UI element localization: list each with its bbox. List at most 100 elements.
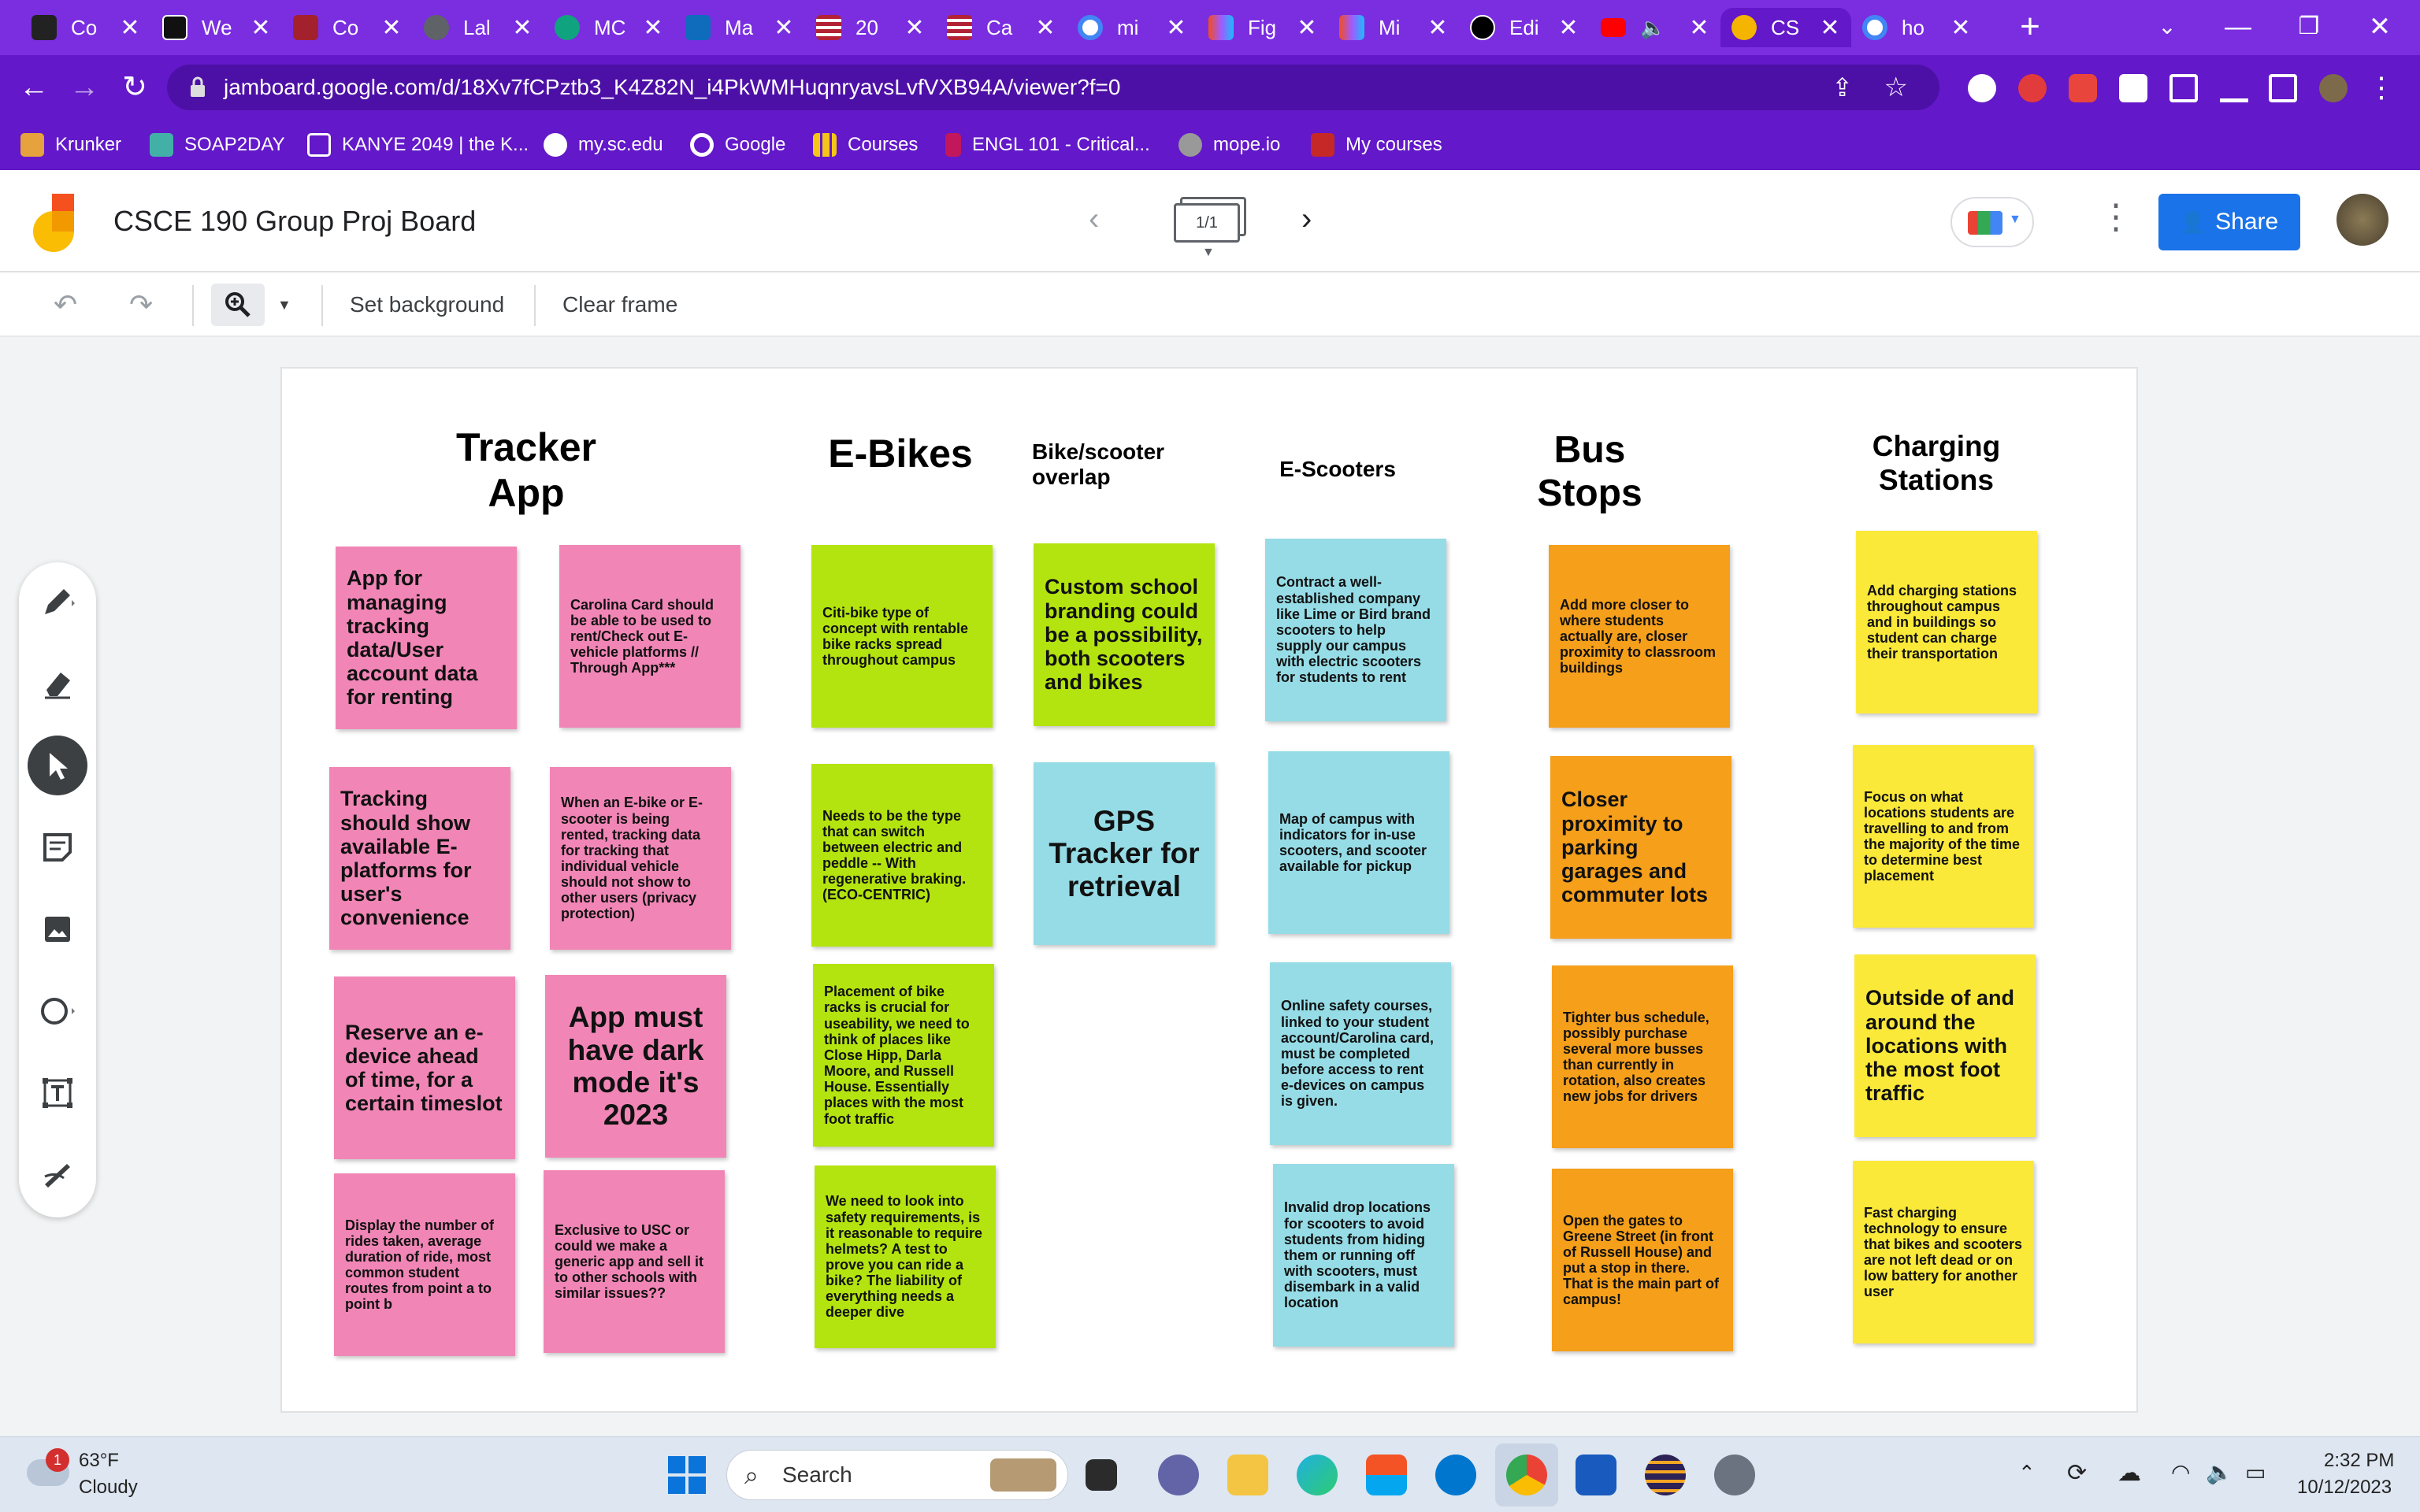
- download-icon[interactable]: [2220, 74, 2248, 102]
- browser-menu-icon[interactable]: ⋮: [2362, 68, 2401, 107]
- eraser-tool-icon[interactable]: [28, 654, 87, 713]
- file-explorer-icon[interactable]: [1227, 1455, 1268, 1495]
- zoom-icon[interactable]: [211, 284, 265, 326]
- sticky-note[interactable]: Tracking should show available E-platfor…: [329, 767, 510, 950]
- pen-tool-icon[interactable]: [28, 572, 87, 632]
- sticky-note[interactable]: Needs to be the type that can switch bet…: [811, 764, 993, 947]
- next-frame-button[interactable]: ›: [1301, 202, 1312, 237]
- forward-button[interactable]: →: [65, 68, 104, 107]
- sticky-note[interactable]: Closer proximity to parking garages and …: [1550, 756, 1731, 939]
- close-tab-icon[interactable]: ✕: [643, 14, 663, 42]
- text-box-tool-icon[interactable]: [28, 1063, 87, 1123]
- close-tab-icon[interactable]: ✕: [512, 14, 533, 42]
- task-view-icon[interactable]: [1086, 1459, 1117, 1491]
- bookmark-item[interactable]: My courses: [1311, 129, 1442, 161]
- sticky-note[interactable]: Contract a well-established company like…: [1265, 539, 1446, 721]
- media-control-icon[interactable]: [2169, 74, 2198, 102]
- sticky-note[interactable]: Placement of bike racks is crucial for u…: [813, 964, 994, 1147]
- close-tab-icon[interactable]: ✕: [381, 14, 402, 42]
- sticky-note[interactable]: Reserve an e-device ahead of time, for a…: [334, 976, 515, 1159]
- browser-tab[interactable]: Co ✕: [20, 8, 151, 47]
- address-bar[interactable]: jamboard.google.com/d/18Xv7fCPztb3_K4Z82…: [167, 65, 1939, 110]
- bookmark-item[interactable]: Krunker: [20, 129, 121, 161]
- sticky-note[interactable]: Add charging stations throughout campus …: [1856, 531, 2037, 713]
- sticky-note[interactable]: Exclusive to USC or could we make a gene…: [544, 1170, 725, 1353]
- sticky-note-tool-icon[interactable]: [28, 817, 87, 877]
- user-avatar[interactable]: [2336, 194, 2388, 246]
- bookmark-item[interactable]: Google: [690, 129, 785, 161]
- onedrive-cloud-icon[interactable]: ☁: [2118, 1459, 2141, 1487]
- edge-icon[interactable]: [1297, 1455, 1338, 1495]
- select-tool-icon[interactable]: [28, 736, 87, 795]
- frame-dropdown-icon[interactable]: ▼: [1202, 246, 1215, 260]
- sticky-note[interactable]: App for managing tracking data/User acco…: [336, 547, 517, 729]
- browser-tab[interactable]: Ca ✕: [936, 8, 1067, 47]
- circle-shape-tool-icon[interactable]: [28, 981, 87, 1041]
- column-heading[interactable]: Bike/scooter overlap: [1032, 439, 1229, 490]
- previous-frame-button[interactable]: ‹: [1089, 202, 1099, 237]
- browser-tab[interactable]: 🔈 ✕: [1590, 8, 1720, 47]
- more-options-icon[interactable]: ⋮: [2099, 197, 2133, 237]
- sticky-note[interactable]: Focus on what locations students are tra…: [1853, 745, 2034, 928]
- browser-tab-active[interactable]: CS ✕: [1720, 8, 1851, 47]
- share-button[interactable]: 👤 Share: [2158, 194, 2300, 250]
- close-tab-icon[interactable]: ✕: [1035, 14, 1056, 42]
- chat-icon[interactable]: [1158, 1455, 1199, 1495]
- bookmark-item[interactable]: mope.io: [1178, 129, 1280, 161]
- sticky-note[interactable]: Open the gates to Greene Street (in fron…: [1552, 1169, 1733, 1351]
- windows-start-icon[interactable]: [666, 1455, 707, 1495]
- set-background-button[interactable]: Set background: [350, 284, 504, 326]
- reload-button[interactable]: ↻: [115, 68, 154, 107]
- column-heading[interactable]: Bus Stops: [1519, 428, 1661, 515]
- meet-button[interactable]: ▼: [1950, 197, 2034, 247]
- sticky-note[interactable]: Citi-bike type of concept with rentable …: [811, 545, 993, 728]
- profile-avatar[interactable]: [2319, 74, 2348, 102]
- browser-tab[interactable]: Mi ✕: [1328, 8, 1459, 47]
- bookmark-star-icon[interactable]: ☆: [1884, 65, 1908, 110]
- column-heading[interactable]: E-Bikes: [802, 432, 999, 477]
- sticky-note[interactable]: GPS Tracker for retrieval: [1034, 762, 1215, 945]
- battery-icon[interactable]: ▭: [2245, 1459, 2266, 1485]
- sticky-note[interactable]: We need to look into safety requirements…: [815, 1166, 996, 1348]
- chrome-icon[interactable]: [1506, 1455, 1547, 1495]
- settings-gear-icon[interactable]: [1714, 1455, 1755, 1495]
- browser-tab[interactable]: 20 ✕: [805, 8, 936, 47]
- bookmark-item[interactable]: ENGL 101 - Critical...: [945, 129, 1150, 161]
- browser-tab[interactable]: Edi ✕: [1459, 8, 1590, 47]
- sticky-note[interactable]: Tighter bus schedule, possibly purchase …: [1552, 965, 1733, 1148]
- back-button[interactable]: ←: [14, 68, 54, 107]
- store-icon[interactable]: [1366, 1455, 1407, 1495]
- sticky-note[interactable]: Add more closer to where students actual…: [1549, 545, 1730, 728]
- volume-icon[interactable]: 🔈: [2206, 1459, 2233, 1485]
- close-tab-icon[interactable]: ✕: [904, 14, 925, 42]
- clear-frame-button[interactable]: Clear frame: [562, 284, 677, 326]
- sticky-note[interactable]: Custom school branding could be a possib…: [1034, 543, 1215, 726]
- browser-tab[interactable]: ho ✕: [1851, 8, 1982, 47]
- tray-chevron-icon[interactable]: ⌃: [2018, 1461, 2036, 1485]
- sticky-note[interactable]: Carolina Card should be able to be used …: [559, 545, 740, 728]
- close-tab-icon[interactable]: ✕: [774, 14, 794, 42]
- column-heading[interactable]: E-Scooters: [1243, 457, 1432, 482]
- browser-tab[interactable]: mi ✕: [1067, 8, 1197, 47]
- jamboard-canvas[interactable]: Tracker App E-Bikes Bike/scooter overlap…: [282, 369, 2136, 1411]
- close-tab-icon[interactable]: ✕: [1558, 14, 1579, 42]
- clock-time[interactable]: 2:32 PM: [2324, 1450, 2394, 1472]
- close-tab-icon[interactable]: ✕: [1297, 14, 1317, 42]
- clock-date[interactable]: 10/12/2023: [2297, 1477, 2392, 1499]
- sync-icon[interactable]: ⟳: [2067, 1459, 2087, 1487]
- restore-button[interactable]: ❐: [2273, 5, 2344, 49]
- close-tab-icon[interactable]: ✕: [1950, 14, 1971, 42]
- laser-tool-icon[interactable]: [28, 1145, 87, 1205]
- undo-icon[interactable]: ↶: [54, 284, 77, 326]
- bookmark-item[interactable]: KANYE 2049 | the K...: [307, 129, 529, 161]
- sticky-note[interactable]: Invalid drop locations for scooters to a…: [1273, 1164, 1454, 1347]
- close-tab-icon[interactable]: ✕: [1166, 14, 1186, 42]
- weather-temp[interactable]: 63°F: [79, 1450, 119, 1472]
- image-tool-icon[interactable]: [28, 899, 87, 959]
- browser-tab[interactable]: MC ✕: [544, 8, 674, 47]
- minimize-button[interactable]: —: [2203, 5, 2273, 49]
- zoom-dropdown-icon[interactable]: ▼: [277, 284, 291, 326]
- eclipse-icon[interactable]: [1645, 1455, 1686, 1495]
- extensions-puzzle-icon[interactable]: [2119, 74, 2147, 102]
- wifi-icon[interactable]: ◠: [2171, 1459, 2190, 1485]
